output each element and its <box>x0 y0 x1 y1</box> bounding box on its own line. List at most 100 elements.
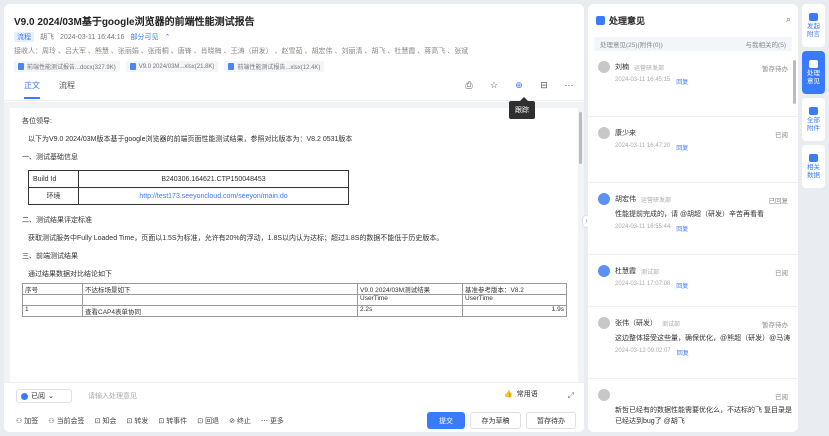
sidebar-item-opinions[interactable]: 处理意见 <box>802 51 825 94</box>
table-cell: UserTime <box>357 294 463 306</box>
chevron-up-icon[interactable]: ⌃ <box>164 33 170 41</box>
status-badge: 暂存待办 <box>762 66 788 73</box>
user-add-icon: ⚇ <box>16 418 23 425</box>
table-cell: 序号 <box>22 283 83 295</box>
subsection: 通过结果数据对比结论如下 <box>28 271 112 278</box>
table-cell: 基准参考版本：V8.2 <box>462 283 567 295</box>
document-meta: 流程 胡飞 2024-03-11 16:44:16 部分可见 ⌃ <box>14 32 574 42</box>
chevron-down-icon: ⌄ <box>48 393 54 400</box>
comment-item: 胡宏伟 运营研发部 已回复 性能提前完成的，请 @胡超（研发）辛苦再看看 2024… <box>588 183 798 255</box>
submit-button[interactable]: 提交 <box>427 412 465 429</box>
reply-link[interactable]: 回复 <box>676 224 688 233</box>
attachment-item[interactable]: 前端性能测试报告...xlsx(12.4K) <box>224 61 325 72</box>
avatar <box>598 389 610 401</box>
add-sign-button[interactable]: ⚇ 加签 <box>16 416 38 426</box>
status-badge: 暂存待办 <box>762 322 788 329</box>
more-icon[interactable]: ⋯ <box>564 80 574 90</box>
document-scrollbar[interactable] <box>579 112 582 164</box>
postscript-icon <box>809 12 818 21</box>
reply-link[interactable]: 回复 <box>676 77 688 86</box>
attachment-icon <box>809 106 818 115</box>
attachment-item[interactable]: V9.0 2024/03M...xlsx(21.8K) <box>125 61 219 72</box>
related-data-icon <box>809 153 818 162</box>
rollback-button[interactable]: ⊡ 回退 <box>197 416 219 426</box>
more-button[interactable]: ⋯ 更多 <box>261 416 284 426</box>
comment-item: 张伟（研发） 测试部 暂存待办 这边整体接受这些量，确保优化，@熊超（研发）@马涛… <box>588 307 798 379</box>
greeting: 各位领导: <box>22 118 52 125</box>
tab-body[interactable]: 正文 <box>24 80 40 99</box>
reply-link[interactable]: 回复 <box>677 348 689 357</box>
sidebar-item-related-data[interactable]: 相关数据 <box>802 145 825 188</box>
print-icon[interactable]: ⎙ <box>464 80 474 90</box>
table-cell: 2.2s <box>357 305 463 317</box>
content-tabs: 正文 流程 <box>24 80 75 99</box>
sidebar-item-postscript[interactable]: 发起附言 <box>802 4 825 47</box>
intro: 以下为V9.0 2024/03M版本基于google浏览器的前端页面性能测试结果… <box>28 136 353 143</box>
author-name[interactable]: 胡飞 <box>40 32 54 42</box>
status-badge: 已阅 <box>775 132 788 139</box>
event-icon: ⊡ <box>158 418 165 425</box>
panel-title: 处理意见 <box>609 16 646 26</box>
expand-icon[interactable]: ⤢ <box>568 391 574 401</box>
file-icon <box>228 63 235 70</box>
opinions-panel: 处理意见 ⌕ 处理意见(25)(附件(0)) 与我相关的(5) 刘楠 运营研发部 … <box>588 4 798 432</box>
action-list: ⚇ 加签 ⚇ 当前会签 ⊡ 知会 ⊡ 转发 ⊡ 转事件 ⊡ 回退 ⊘ 终止 ⋯ 更多 <box>16 416 284 426</box>
inbox-icon[interactable]: ⊟ <box>539 80 549 90</box>
section-title: 二、测试结果评定标准 <box>22 217 92 224</box>
current-countersign-button[interactable]: ⚇ 当前会签 <box>48 416 84 426</box>
notify-button[interactable]: ⊡ 知会 <box>95 416 117 426</box>
visibility-toggle[interactable]: 部分可见 <box>130 32 158 42</box>
main-panel: V9.0 2024/03M基于google浏览器的前端性能测试报告 流程 胡飞 … <box>4 4 584 432</box>
table-cell <box>22 294 83 306</box>
table-row: UserTime UserTime <box>22 294 567 306</box>
filter-all[interactable]: 处理意见(25)(附件(0)) <box>600 39 663 49</box>
document-title: V9.0 2024/03M基于google浏览器的前端性能测试报告 <box>14 17 255 28</box>
common-phrases-button[interactable]: 👍 常用语 <box>504 389 538 399</box>
comment-item: 杜慧霞 测试部 已阅 2024-03-11 17:07:08 回复 <box>588 255 798 307</box>
table-cell: 不达标场景如下 <box>82 283 358 295</box>
table-cell: 环境 <box>28 187 79 205</box>
comment-text: 这边整体接受这些量，确保优化，@熊超（研发）@马涛 <box>615 335 791 342</box>
attachment-list: 前端性能测试报告...docx(327.9K) V9.0 2024/03M...… <box>14 61 574 72</box>
comment-item: 康少来 已阅 2024-03-11 16:47:20 回复 <box>588 117 798 183</box>
read-status-select[interactable]: 已阅 ⌄ <box>16 389 72 403</box>
more-icon: ⋯ <box>260 418 268 425</box>
sidebar-item-attachments[interactable]: 全部附件 <box>802 98 825 141</box>
stop-icon: ⊘ <box>229 418 235 425</box>
reply-link[interactable]: 回复 <box>676 143 688 152</box>
search-icon[interactable]: ⌕ <box>786 14 791 25</box>
file-icon <box>18 63 24 70</box>
avatar <box>598 265 610 277</box>
document-datetime: 2024-03-11 16:44:16 <box>60 33 125 41</box>
reply-link[interactable]: 回复 <box>676 281 688 290</box>
panel-header: 处理意见 <box>588 4 798 27</box>
save-pending-button[interactable]: 暂存待办 <box>526 412 576 429</box>
table-cell: 1 <box>22 305 83 317</box>
forward-button[interactable]: ⊡ 转发 <box>126 416 148 426</box>
recipients: 接收人：周玲 、吕大军 、熊慧 、张丽娟 、张雨桐 、唐锋 、肖晓梅 、王涛（研… <box>14 48 469 55</box>
table-row: 1 查看CAP4表单协同 2.2s 1.9s <box>22 305 567 317</box>
status-badge: 已回复 <box>768 198 789 205</box>
avatar <box>598 317 610 329</box>
table-cell: V9.0 2024/03M测试结果 <box>357 283 463 295</box>
to-event-button[interactable]: ⊡ 转事件 <box>158 416 187 426</box>
filter-related[interactable]: 与我相关的(5) <box>746 39 786 49</box>
env-link[interactable]: http://test173.seeyoncloud.com/seeyon/ma… <box>78 187 349 205</box>
forward-icon: ⊡ <box>126 418 133 425</box>
avatar <box>598 61 610 73</box>
save-draft-button[interactable]: 存为草稿 <box>470 412 521 429</box>
panel-scrollbar[interactable] <box>793 60 796 104</box>
avatar <box>598 193 610 205</box>
section-title: 三、前端测试结果 <box>22 253 78 260</box>
tab-flow[interactable]: 流程 <box>59 80 75 99</box>
opinion-icon <box>596 16 605 25</box>
track-icon[interactable]: ⊕ <box>514 80 524 90</box>
document-toolbar: ⎙ ☆ ⊕ ⊟ ⋯ <box>464 80 574 90</box>
terminate-button[interactable]: ⊘ 终止 <box>229 416 251 426</box>
attachment-item[interactable]: 前端性能测试报告...docx(327.9K) <box>14 61 120 72</box>
table-row: 序号 不达标场景如下 V9.0 2024/03M测试结果 基准参考版本：V8.2 <box>22 283 567 295</box>
comment-item: 刘楠 运营研发部 暂存待办 2024-03-11 16:45:15 回复 <box>588 51 798 117</box>
star-icon[interactable]: ☆ <box>489 80 499 90</box>
opinion-input[interactable]: 请输入处理意见 <box>84 389 488 403</box>
status-badge: 已阅 <box>775 270 788 277</box>
